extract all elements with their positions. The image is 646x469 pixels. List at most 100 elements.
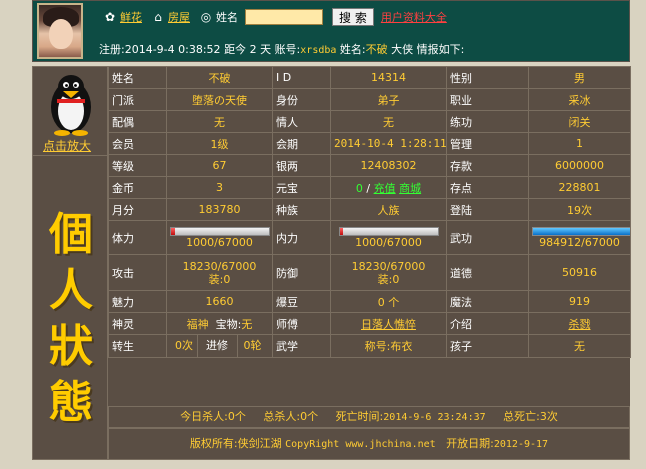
open-date: 2012-9-17 [493, 439, 549, 450]
nav-flower-link[interactable]: 鲜花 [120, 9, 142, 25]
silver-key: 银两 [272, 154, 331, 177]
title-label: 称号: [364, 340, 391, 353]
attack-equip: 装:0 [208, 272, 231, 286]
advance-key: 进修 [198, 335, 238, 357]
intro-link[interactable]: 杀戮 [528, 312, 631, 335]
table-row: 月分 183780 种族 人族 登陆 19次 [108, 198, 631, 221]
gender-value: 男 [528, 66, 631, 89]
header-nav: ✿ 鲜花 ⌂ 房屋 ◎ 姓名 搜 索 用户资料大全 [103, 8, 453, 26]
child-value: 无 [528, 334, 631, 358]
defense-key: 防御 [272, 254, 331, 291]
deposit-key: 存款 [446, 154, 529, 177]
table-row: 魅力 1660 爆豆 0 个 魔法 919 [108, 290, 631, 313]
defense-cell: 18230/67000 装:0 [330, 254, 447, 291]
rebirth-cell: 0次 进修 0轮 [166, 334, 273, 358]
name-key: 姓名 [108, 66, 167, 89]
magic-value: 919 [528, 290, 631, 313]
footer-copyright: 版权所有:侠剑江湖 CopyRight www.jhchina.net 开放日期… [108, 428, 630, 460]
gold-value: 3 [166, 176, 273, 199]
monthly-value: 183780 [166, 198, 273, 221]
attack-key: 攻击 [108, 254, 167, 291]
rebirth-key: 转生 [108, 334, 167, 358]
strength-key: 体力 [108, 220, 167, 255]
ago-label: 距今 [224, 43, 247, 56]
name-search-input[interactable] [245, 9, 323, 25]
strength-value: 1000/67000 [186, 236, 253, 249]
flower-icon: ✿ [104, 10, 116, 24]
moral-key: 道德 [446, 254, 529, 291]
martial-key: 武功 [446, 220, 529, 255]
table-row: 配偶 无 情人 无 练功 闭关 [108, 110, 631, 133]
reg-label: 注册: [99, 43, 125, 56]
account-label: 账号: [274, 43, 301, 56]
strength-cell: 1000/67000 [166, 220, 273, 255]
enlarge-link[interactable]: 点击放大 [43, 137, 91, 154]
footer-stats: 今日杀人:0个 总杀人:0个 死亡时间:2014-9-6 23:24:37 总死… [108, 406, 630, 428]
attack-cell: 18230/67000 装:0 [166, 254, 273, 291]
table-row: 转生 0次 进修 0轮 武学 称号:布衣 孩子 无 [108, 334, 631, 358]
inner-cell: 1000/67000 [330, 220, 447, 255]
beans-key: 爆豆 [272, 290, 331, 313]
race-value: 人族 [330, 198, 447, 221]
penguin-icon[interactable] [43, 71, 99, 137]
rebirth-value: 0次 [172, 335, 198, 357]
status-panel: 点击放大 個 人 狀 態 姓名 不破 I D 14314 性别 男 门派 堕落の… [32, 66, 631, 460]
reg-time: 2014-9-4 0:38:52 [124, 43, 221, 56]
status-title-char: 狀 [49, 321, 93, 372]
gold-key: 金币 [108, 176, 167, 199]
deaths-total: 总死亡:3次 [503, 410, 558, 423]
search-label: 姓名 [216, 11, 238, 24]
table-row: 体力 1000/67000 内力 1000/67000 武功 984912/67… [108, 220, 631, 255]
mall-link[interactable]: 商城 [399, 182, 421, 195]
child-key: 孩子 [446, 334, 529, 358]
search-globe-icon: ◎ [200, 10, 212, 24]
table-row: 姓名 不破 I D 14314 性别 男 [108, 66, 631, 89]
defense-value: 18230/67000 [351, 259, 426, 273]
left-column: 点击放大 個 人 狀 態 [32, 66, 109, 460]
spirit-value: 福神 [186, 317, 209, 331]
stats-table: 姓名 不破 I D 14314 性别 男 门派 堕落の天使 身份 弟子 职业 采… [108, 66, 631, 358]
period-key: 会期 [272, 132, 331, 155]
recharge-link[interactable]: 充值 [374, 182, 396, 195]
table-row: 金币 3 元宝 0 / 充值 商城 存点 228801 [108, 176, 631, 199]
level-key: 等级 [108, 154, 167, 177]
nav-house-link[interactable]: 房屋 [168, 9, 190, 25]
master-link[interactable]: 日落人憔悴 [330, 312, 447, 335]
manage-value: 1 [528, 132, 631, 155]
training-value: 闭关 [528, 110, 631, 133]
gender-key: 性别 [446, 66, 529, 89]
yuanbao-value: 0 [355, 181, 363, 195]
intro-key: 介绍 [446, 312, 529, 335]
job-key: 职业 [446, 88, 529, 111]
death-label: 死亡时间: [335, 410, 384, 423]
open-date-label: 开放日期: [446, 437, 494, 450]
house-icon: ⌂ [154, 10, 162, 24]
table-row: 门派 堕落の天使 身份 弟子 职业 采冰 [108, 88, 631, 111]
charm-value: 1660 [166, 290, 273, 313]
avatar [37, 3, 83, 59]
left-divider [33, 155, 109, 156]
status-title-char: 個 [49, 209, 93, 260]
advance-value: 0轮 [243, 339, 262, 352]
user-directory-link[interactable]: 用户资料大全 [381, 9, 447, 25]
strength-bar-fill [171, 228, 175, 235]
title-value: 布衣 [390, 340, 413, 353]
id-key: I D [272, 66, 331, 89]
silver-value: 12408302 [330, 154, 447, 177]
kills-total: 总杀人:0个 [263, 410, 319, 423]
ago-value: 2 [249, 43, 257, 56]
sect-value: 堕落の天使 [166, 88, 273, 111]
level-value: 67 [166, 154, 273, 177]
yuanbao-key: 元宝 [272, 176, 331, 199]
yuanbao-cell: 0 / 充值 商城 [330, 176, 447, 199]
spirit-key: 神灵 [108, 312, 167, 335]
death-time: 2014-9-6 23:24:37 [383, 412, 486, 423]
charm-key: 魅力 [108, 290, 167, 313]
search-button[interactable]: 搜 索 [332, 8, 374, 26]
avatar-face [49, 19, 73, 49]
yuanbao-sep: / [366, 181, 371, 195]
lover-key: 情人 [272, 110, 331, 133]
period-value: 2014-10-4 1:28:11 [330, 132, 447, 155]
inner-key: 内力 [272, 220, 331, 255]
name-value: 不破 [365, 43, 388, 56]
